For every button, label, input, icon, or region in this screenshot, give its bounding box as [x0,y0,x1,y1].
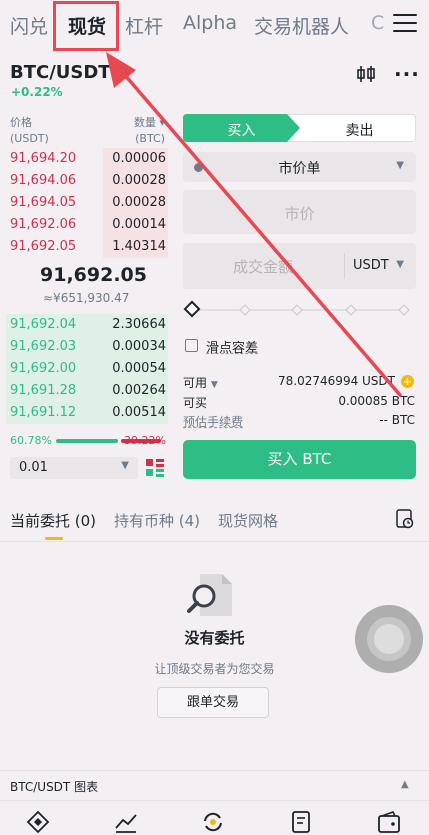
row-qty: 0.00054 [112,361,166,376]
row-qty: 0.00014 [112,217,166,232]
wallet-icon[interactable] [377,810,401,834]
chart-toggle-label[interactable]: BTC/USDT 图表 [10,778,98,795]
row-price: 91,691.28 [10,383,77,398]
bid-row[interactable]: 91,692.00 0.00054 [6,358,168,380]
qty-header: 数量 ▾ (BTC) [133,116,165,145]
row-price: 91,691.12 [10,405,77,420]
precision-select[interactable]: 0.01 ▼ [10,457,138,479]
bid-row[interactable]: 91,692.04 2.30664 [6,314,168,336]
top-tab-bar: 闪兑 现货 杠杆 Alpha 交易机器人 C [0,0,429,51]
row-qty: 0.00264 [112,383,166,398]
row-qty: 2.30664 [112,317,166,332]
tab-more[interactable]: C [371,12,385,34]
chevron-down-icon: ▼ [396,160,404,171]
floating-button[interactable] [355,605,423,673]
price-input[interactable]: 市价 [183,190,416,234]
pair-change: +0.22% [11,85,63,99]
tab-margin[interactable]: 杠杆 [125,12,163,39]
row-qty: 0.00514 [112,405,166,420]
slider-tick-50[interactable] [291,304,303,316]
buy-sell-toggle: 买入 卖出 [183,114,416,142]
row-qty: 0.00028 [112,195,166,210]
trade-icon[interactable] [201,810,225,834]
buy-btc-button[interactable]: 买入 BTC [183,440,416,479]
divider [0,541,429,542]
chevron-down-icon: ▼ [121,460,129,471]
sell-tab[interactable]: 卖出 [302,120,417,140]
price-header: 价格 (USDT) [10,116,49,145]
max-buy-value: 0.00085 BTC [338,394,415,408]
highlight-annotation [53,1,119,51]
row-price: 91,692.06 [10,217,77,232]
fee-label: 预估手续费 [183,415,244,429]
ask-row[interactable]: 91,694.06 0.00028 [6,170,168,192]
row-qty: 1.40314 [112,239,166,254]
row-qty: 0.00028 [112,173,166,188]
tab-holdings[interactable]: 持有币种 (4) [114,510,200,531]
divider [0,800,429,801]
copy-trading-button[interactable]: 跟单交易 [157,687,269,718]
menu-icon[interactable] [393,14,417,34]
slider-tick-25[interactable] [239,304,251,316]
amount-input[interactable]: 成交金额 USDT ▼ [183,243,416,289]
tab-trading-bots[interactable]: 交易机器人 [254,12,349,39]
available-label: 可用 ▼ [183,376,218,390]
divider [0,770,429,771]
more-icon[interactable]: ··· [394,62,420,86]
chart-icon[interactable] [356,64,376,84]
order-history-icon[interactable] [395,509,415,529]
max-buy-label: 可买 [183,396,208,410]
fee-value: -- BTC [379,413,415,427]
ask-row[interactable]: 91,694.05 0.00028 [6,192,168,214]
bid-row[interactable]: 91,691.28 0.00264 [6,380,168,402]
ask-row[interactable]: 91,692.05 1.40314 [6,236,168,258]
bid-row[interactable]: 91,691.12 0.00514 [6,402,168,424]
empty-document-icon [187,574,232,616]
buy-tab[interactable]: 买入 [184,120,299,140]
last-price: 91,692.05 [40,264,147,286]
markets-icon[interactable] [114,810,138,834]
slider-handle[interactable] [183,300,201,318]
last-price-cny: ≈¥651,930.47 [43,291,130,305]
row-price: 91,694.06 [10,173,77,188]
slider-tick-100[interactable] [398,304,410,316]
row-price: 91,692.03 [10,339,77,354]
slippage-checkbox[interactable] [185,339,198,352]
amount-unit-select[interactable]: USDT [353,258,389,273]
buy-ratio-bar [56,439,118,443]
row-price: 91,694.05 [10,195,77,210]
home-icon[interactable] [26,810,50,834]
active-tab-indicator [45,537,63,540]
ask-row[interactable]: 91,692.06 0.00014 [6,214,168,236]
tab-open-orders[interactable]: 当前委托 (0) [10,510,96,531]
row-price: 91,692.04 [10,317,77,332]
buy-ratio: 60.78% [10,434,52,447]
available-value: 78.02746994 USDT [278,374,395,388]
ask-row[interactable]: 91,694.20 0.00006 [6,148,168,170]
slider-tick-75[interactable] [345,304,357,316]
bid-row[interactable]: 91,692.03 0.00034 [6,336,168,358]
tab-alpha[interactable]: Alpha [183,12,237,34]
futures-icon[interactable] [289,810,313,834]
add-funds-icon[interactable]: + [401,375,414,388]
tab-spot-grid[interactable]: 现货网格 [218,510,278,531]
row-price: 91,694.20 [10,151,77,166]
chevron-down-icon: ▼ [396,259,404,270]
row-qty: 0.00006 [112,151,166,166]
chevron-up-icon[interactable]: ▲ [401,779,409,790]
depth-view-icon[interactable] [145,458,165,478]
order-type-select[interactable]: 市价单 ▼ [183,152,416,182]
sell-ratio: 39.22% [124,434,166,447]
pair-symbol[interactable]: BTC/USDT [10,62,111,83]
slippage-label: 滑点容差 [206,341,259,356]
tab-convert[interactable]: 闪兑 [10,12,48,39]
row-price: 91,692.00 [10,361,77,376]
row-qty: 0.00034 [112,339,166,354]
row-price: 91,692.05 [10,239,77,254]
